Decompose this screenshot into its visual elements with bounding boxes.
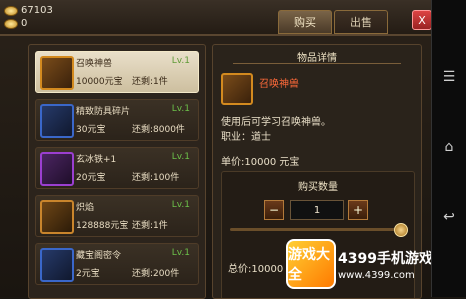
summon-beast-book-icon (40, 56, 74, 90)
quantity-input[interactable]: 1 (290, 200, 344, 220)
list-item[interactable]: 炽焰 Lv.1 128888元宝 还剩:1件 (35, 195, 199, 237)
treasure-order-icon (40, 248, 74, 282)
ice-iron-icon (40, 152, 74, 186)
plus-icon: + (352, 203, 364, 217)
item-price: 2元宝 (76, 269, 100, 279)
quantity-slider-track[interactable] (230, 228, 398, 231)
silver-amount: 0 (21, 18, 28, 29)
list-item[interactable]: 召唤神兽 Lv.1 10000元宝 还剩:1件 (35, 51, 199, 93)
item-remaining: 还剩:200件 (132, 269, 180, 279)
item-name: 玄冰铁+1 (76, 155, 117, 165)
watermark-logo: 游戏大全 (286, 239, 336, 289)
silver-row: 0 (4, 18, 27, 29)
item-price: 20元宝 (76, 173, 106, 183)
item-price: 128888元宝 (76, 221, 129, 231)
close-button[interactable]: X (412, 10, 432, 30)
gold-coin-icon (4, 5, 18, 16)
item-remaining: 还剩:1件 (132, 77, 168, 87)
detail-unit-price: 单价:10000 元宝 (221, 157, 300, 168)
detail-description: 使用后可学习召唤神兽。 (221, 117, 331, 128)
silver-coin-icon (4, 18, 18, 29)
item-level: Lv.1 (171, 152, 190, 162)
minus-icon: − (268, 203, 280, 217)
summon-beast-book-icon (221, 73, 253, 105)
detail-item-name: 召唤神兽 (259, 79, 299, 90)
detail-job: 职业：道士 (221, 132, 271, 143)
blaze-skill-book-icon (40, 200, 74, 234)
item-name: 精致防具碎片 (76, 107, 131, 117)
item-remaining: 还剩:100件 (132, 173, 180, 183)
item-remaining: 还剩:8000件 (132, 125, 185, 135)
quantity-title: 购买数量 (298, 182, 338, 193)
close-icon: X (418, 13, 426, 27)
menu-icon[interactable]: ☰ (438, 66, 460, 88)
back-icon[interactable]: ↩ (438, 206, 460, 228)
tab-buy-label: 购买 (294, 16, 316, 29)
item-level: Lv.1 (171, 248, 190, 258)
decrease-quantity-button[interactable]: − (264, 200, 284, 220)
list-item[interactable]: 藏宝阁密令 Lv.1 2元宝 还剩:200件 (35, 243, 199, 285)
android-nav-bar: ☰ ⌂ ↩ (431, 0, 466, 297)
item-name: 藏宝阁密令 (76, 251, 122, 261)
item-price: 30元宝 (76, 125, 106, 135)
item-level: Lv.1 (171, 200, 190, 210)
detail-title: 物品详情 (297, 53, 337, 64)
tab-sell[interactable]: 出售 (334, 10, 388, 34)
game-screen: 67103 0 购买 出售 X 召唤神兽 Lv.1 10000元宝 还剩:1件 … (0, 0, 466, 299)
top-bar: 67103 0 购买 出售 X (0, 0, 432, 36)
quantity-slider-handle[interactable] (394, 223, 408, 237)
watermark-badge-text: 游戏大全 (288, 247, 330, 283)
increase-quantity-button[interactable]: + (348, 200, 368, 220)
tab-sell-label: 出售 (350, 16, 372, 29)
item-level: Lv.1 (171, 56, 190, 66)
item-level: Lv.1 (171, 104, 190, 114)
list-item[interactable]: 玄冰铁+1 Lv.1 20元宝 还剩:100件 (35, 147, 199, 189)
item-name: 炽焰 (76, 203, 95, 213)
tab-buy[interactable]: 购买 (278, 10, 332, 34)
gold-amount: 67103 (21, 5, 53, 16)
armor-fragment-icon (40, 104, 74, 138)
watermark-url: www.4399.com (338, 270, 415, 281)
title-divider (233, 63, 401, 64)
home-icon[interactable]: ⌂ (438, 136, 460, 158)
gold-row: 67103 (4, 5, 53, 16)
item-price: 10000元宝 (76, 77, 123, 87)
item-list-panel[interactable]: 召唤神兽 Lv.1 10000元宝 还剩:1件 精致防具碎片 Lv.1 30元宝… (28, 44, 206, 299)
list-item[interactable]: 精致防具碎片 Lv.1 30元宝 还剩:8000件 (35, 99, 199, 141)
item-name: 召唤神兽 (76, 59, 113, 69)
item-remaining: 还剩:1件 (132, 221, 168, 231)
